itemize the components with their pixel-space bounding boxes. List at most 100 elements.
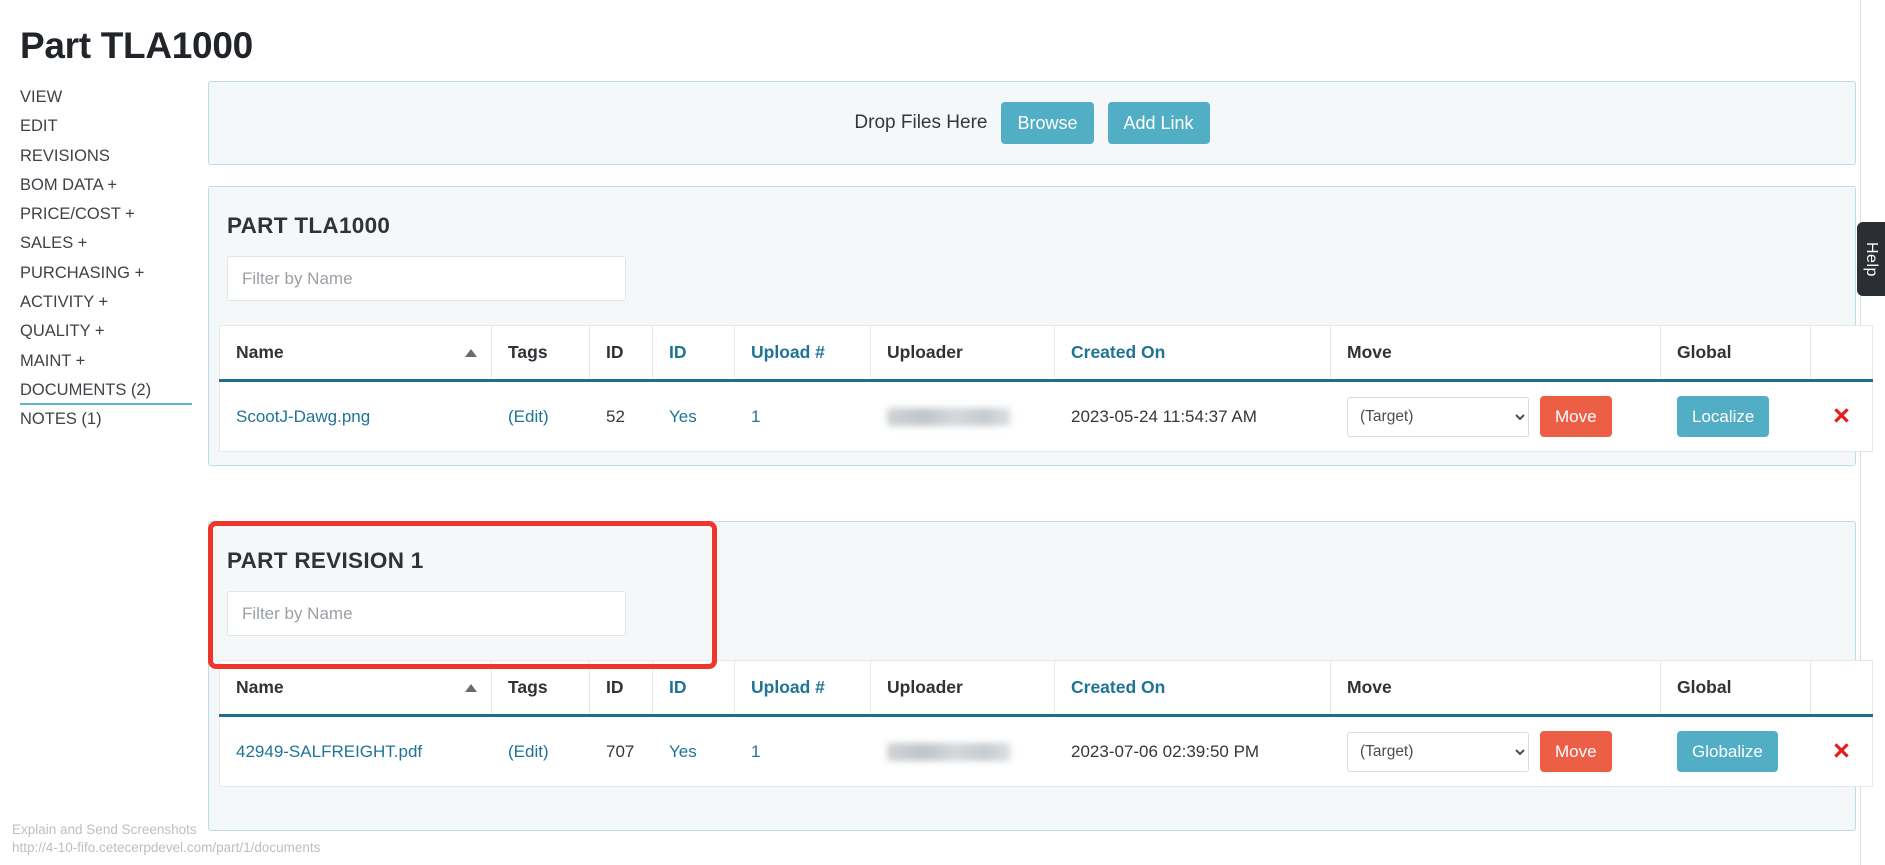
move-button[interactable]: Move [1540,731,1612,772]
redacted-uploader-name [887,743,1011,761]
column-header-label: Tags [508,342,548,362]
move-target-select[interactable]: (Target) [1347,397,1529,437]
sidebar-item-maint[interactable]: MAINT + [20,347,192,376]
column-header-label: Move [1347,342,1392,362]
cell-global: Localize [1661,381,1811,452]
column-header-created-on-6[interactable]: Created On [1055,661,1331,716]
cell-created-on-value: 2023-07-06 02:39:50 PM [1071,742,1259,761]
cell-name: 42949-SALFREIGHT.pdf [220,716,492,787]
sort-ascending-icon [465,684,477,692]
sidebar-item-price-cost[interactable]: PRICE/COST + [20,200,192,229]
column-header-id-2[interactable]: ID [590,326,653,381]
column-header-global-8[interactable]: Global [1661,326,1811,381]
page-title: Part TLA1000 [20,25,253,67]
column-header-label: Upload # [751,677,825,697]
cell-id-link-value[interactable]: Yes [669,742,697,761]
column-header-label: ID [606,342,624,362]
cell-global: Globalize [1661,716,1811,787]
status-line-1: Explain and Send Screenshots [12,821,320,839]
sidebar-item-bom-data[interactable]: BOM DATA + [20,171,192,200]
sidebar-nav: VIEWEDITREVISIONSBOM DATA +PRICE/COST +S… [20,83,192,435]
cell-name-value[interactable]: 42949-SALFREIGHT.pdf [236,742,422,761]
column-header-label: Move [1347,677,1392,697]
column-header-name-0[interactable]: Name [220,661,492,716]
redacted-uploader-name [887,408,1011,426]
dropzone-label: Drop Files Here [854,112,987,134]
global-toggle-button[interactable]: Globalize [1677,731,1778,772]
cell-id-link: Yes [653,381,735,452]
cell-tags-value[interactable]: (Edit) [508,407,549,426]
column-header-id-2[interactable]: ID [590,661,653,716]
column-header-label: ID [669,677,687,697]
cell-id: 707 [590,716,653,787]
column-header-tags-1[interactable]: Tags [492,326,590,381]
global-toggle-button[interactable]: Localize [1677,396,1769,437]
column-header-label: Uploader [887,677,963,697]
column-header-move-7[interactable]: Move [1331,326,1661,381]
column-header-label: ID [606,677,624,697]
cell-upload-number-value[interactable]: 1 [751,407,760,426]
file-dropzone[interactable]: Drop Files Here Browse Add Link [208,81,1856,165]
browse-button[interactable]: Browse [1001,102,1093,144]
column-header-name-0[interactable]: Name [220,326,492,381]
move-button[interactable]: Move [1540,396,1612,437]
column-header-upload-4[interactable]: Upload # [735,326,871,381]
column-header-uploader-5[interactable]: Uploader [871,326,1055,381]
sidebar-item-sales[interactable]: SALES + [20,229,192,258]
help-tab[interactable]: Help [1857,222,1885,296]
status-line-2: http://4-10-fifo.cetecerpdevel.com/part/… [12,839,320,857]
column-header-label: ID [669,342,687,362]
cell-created-on-value: 2023-05-24 11:54:37 AM [1071,407,1257,426]
move-target-select[interactable]: (Target) [1347,732,1529,772]
column-header-move-7[interactable]: Move [1331,661,1661,716]
delete-row-icon[interactable]: × [1833,400,1850,432]
column-header-label: Name [236,342,284,362]
column-header-created-on-6[interactable]: Created On [1055,326,1331,381]
table-header-row: Name Tags ID ID Upload # Uploader Created On Mo… [220,661,1873,716]
section-title-revision: PART REVISION 1 [227,548,1855,574]
column-header-label: Tags [508,677,548,697]
sidebar-item-activity[interactable]: ACTIVITY + [20,288,192,317]
column-header-id-3[interactable]: ID [653,661,735,716]
column-header-actions [1811,326,1873,381]
column-header-uploader-5[interactable]: Uploader [871,661,1055,716]
sort-ascending-icon [465,349,477,357]
cell-name-value[interactable]: ScootJ-Dawg.png [236,407,370,426]
column-header-label: Created On [1071,342,1165,362]
column-header-upload-4[interactable]: Upload # [735,661,871,716]
cell-created-on: 2023-07-06 02:39:50 PM [1055,716,1331,787]
sidebar-item-documents-2[interactable]: DOCUMENTS (2) [20,376,192,405]
help-tab-label: Help [1862,242,1880,277]
sidebar-item-edit[interactable]: EDIT [20,112,192,141]
sidebar-item-view[interactable]: VIEW [20,83,192,112]
column-header-global-8[interactable]: Global [1661,661,1811,716]
cell-upload-number-value[interactable]: 1 [751,742,760,761]
sidebar-item-notes-1[interactable]: NOTES (1) [20,405,192,434]
column-header-id-3[interactable]: ID [653,326,735,381]
cell-move: (Target) Move [1331,381,1661,452]
delete-row-icon[interactable]: × [1833,735,1850,767]
cell-tags: (Edit) [492,716,590,787]
sidebar-item-purchasing[interactable]: PURCHASING + [20,259,192,288]
column-header-tags-1[interactable]: Tags [492,661,590,716]
cell-upload-number: 1 [735,381,871,452]
cell-uploader [871,381,1055,452]
section-card-part: PART TLA1000 Name Tags ID ID Upload # Uploader… [208,186,1856,466]
column-header-label: Global [1677,677,1731,697]
column-header-label: Upload # [751,342,825,362]
cell-move: (Target) Move [1331,716,1661,787]
cell-name: ScootJ-Dawg.png [220,381,492,452]
sidebar-item-quality[interactable]: QUALITY + [20,317,192,346]
cell-id-value: 52 [606,407,625,426]
sidebar-item-revisions[interactable]: REVISIONS [20,142,192,171]
filter-by-name-input-part[interactable] [227,256,626,301]
cell-tags-value[interactable]: (Edit) [508,742,549,761]
add-link-button[interactable]: Add Link [1108,102,1210,144]
filter-by-name-input-revision[interactable] [227,591,626,636]
cell-id-link-value[interactable]: Yes [669,407,697,426]
cell-upload-number: 1 [735,716,871,787]
cell-tags: (Edit) [492,381,590,452]
section-title-part: PART TLA1000 [227,213,1855,239]
cell-delete: × [1811,381,1873,452]
column-header-label: Global [1677,342,1731,362]
